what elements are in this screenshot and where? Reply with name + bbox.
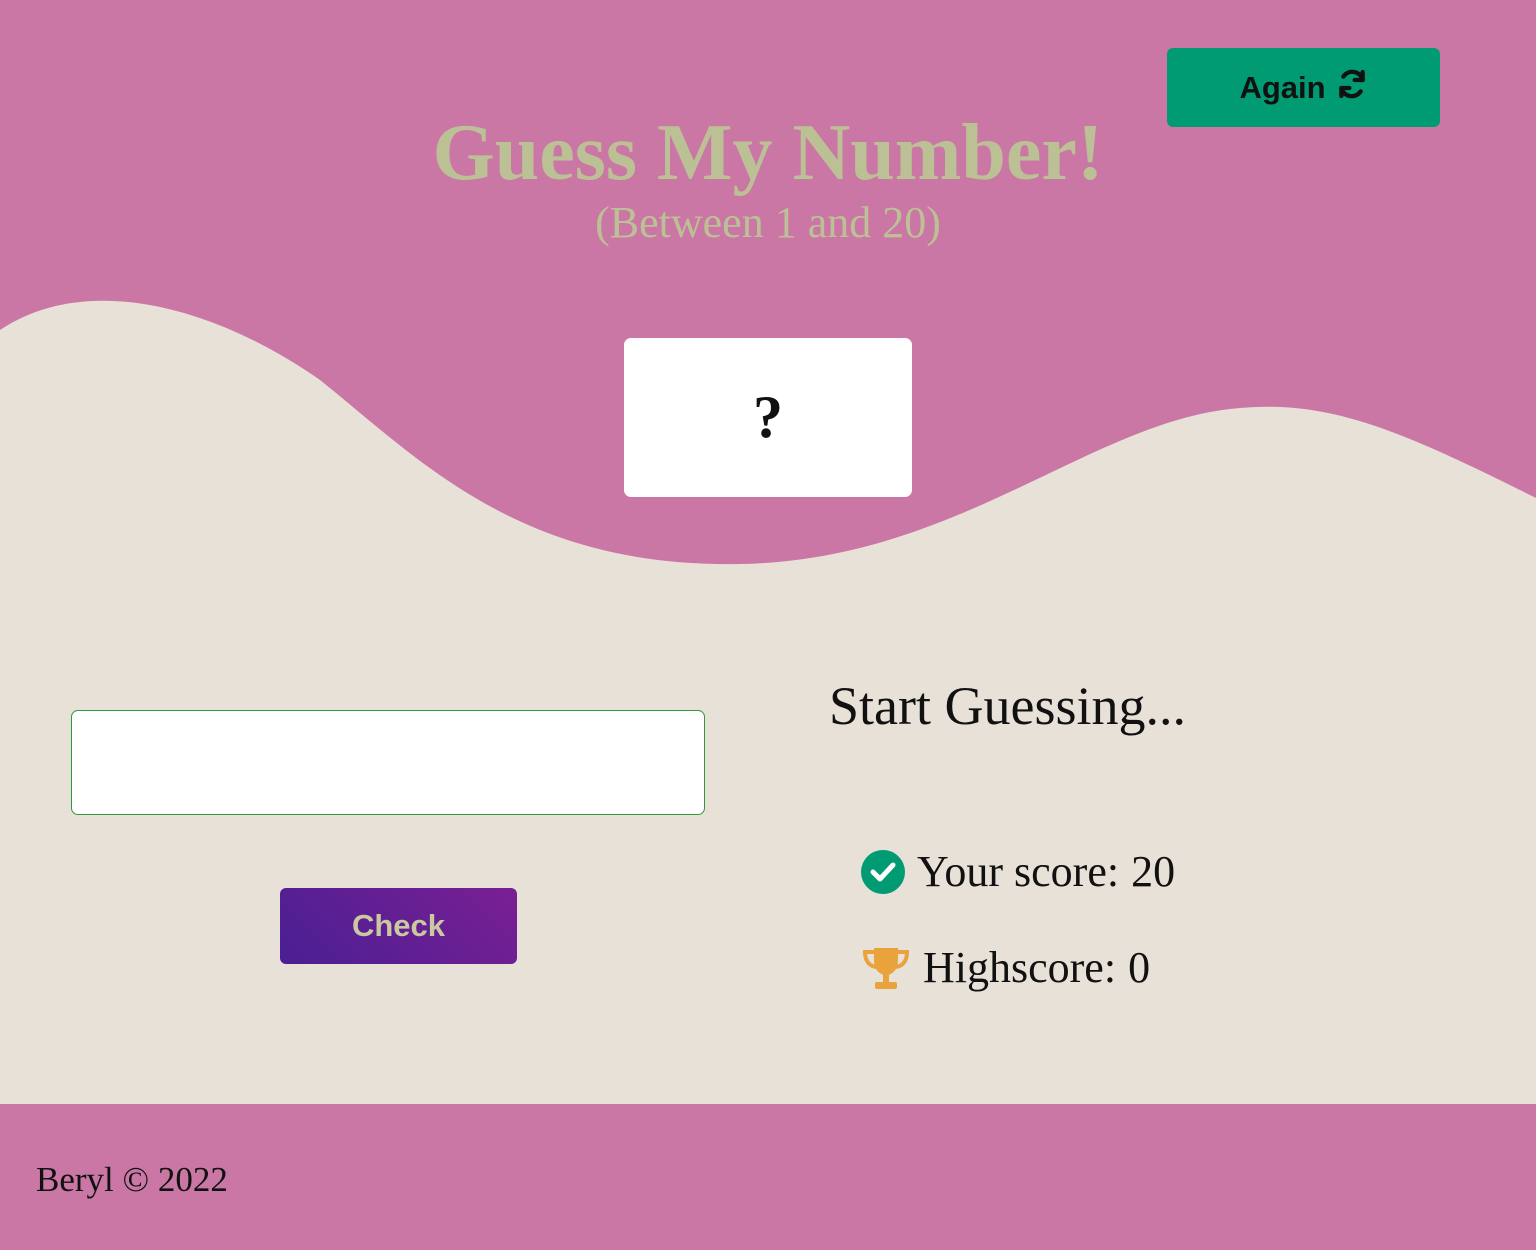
trophy-icon <box>860 944 912 992</box>
score-row: Your score: 20 <box>860 846 1175 897</box>
check-circle-icon <box>860 849 906 895</box>
footer: Beryl © 2022 <box>0 1104 1536 1250</box>
score-label: Your score: <box>917 847 1120 896</box>
footer-copyright: Beryl © 2022 <box>36 1160 228 1199</box>
highscore-label: Highscore: <box>923 943 1117 992</box>
score-value: 20 <box>1131 847 1176 896</box>
again-button-label: Again <box>1239 69 1326 105</box>
guess-input[interactable] <box>71 710 705 815</box>
highscore-value: 0 <box>1128 943 1151 992</box>
range-subtitle: (Between 1 and 20) <box>595 198 941 247</box>
refresh-icon <box>1336 68 1368 108</box>
secret-number: ? <box>753 384 783 450</box>
check-button[interactable]: Check <box>280 888 517 964</box>
secret-number-box: ? <box>624 338 912 497</box>
status-message: Start Guessing... <box>829 676 1186 736</box>
page-title: Guess My Number! <box>432 109 1104 197</box>
highscore-row: Highscore: 0 <box>860 942 1150 993</box>
